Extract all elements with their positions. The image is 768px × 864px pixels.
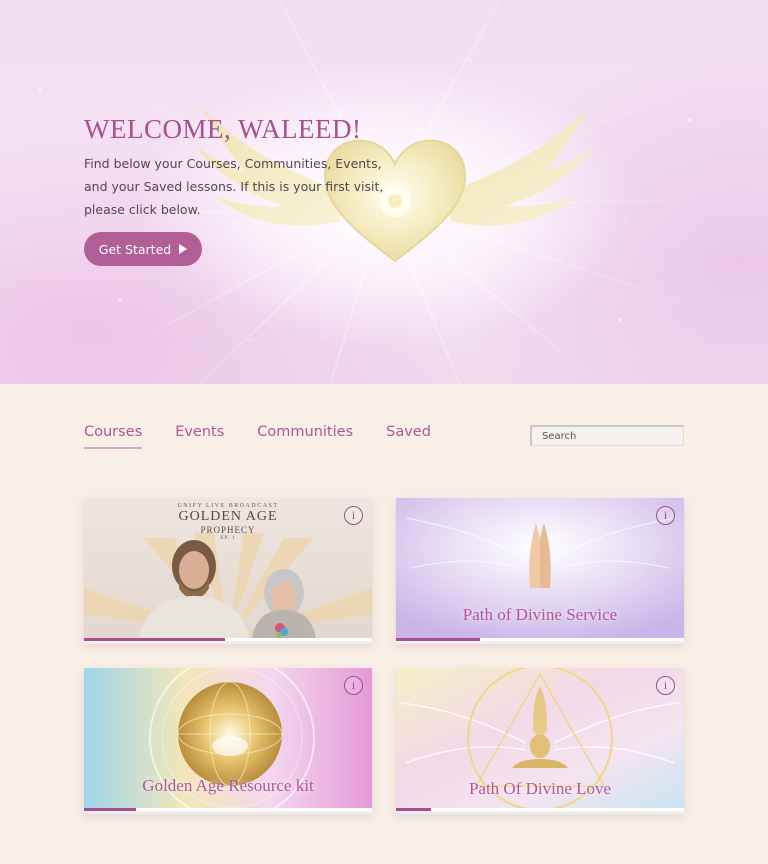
card-title: Path of Divine Service — [462, 605, 618, 624]
welcome-heading: WELCOME, WALEED! — [84, 114, 362, 144]
progress-track — [396, 638, 684, 641]
card-subheading: PROPHECY — [200, 525, 256, 535]
info-icon[interactable]: i — [656, 676, 675, 695]
progress-track — [84, 638, 372, 641]
tab-events[interactable]: Events — [175, 424, 224, 447]
course-card-path-of-divine-love[interactable]: Path Of Divine Love i — [396, 668, 684, 814]
content-tabs: Courses Events Communities Saved — [84, 424, 464, 449]
get-started-label: Get Started — [98, 241, 172, 257]
card-heading: GOLDEN AGE — [178, 509, 278, 524]
card-title: Path Of Divine Love — [468, 779, 612, 798]
card-episode: EP. 1 — [220, 536, 236, 541]
progress-fill — [84, 808, 136, 811]
progress-fill — [396, 808, 431, 811]
progress-track — [396, 808, 684, 811]
get-started-button[interactable]: Get Started — [84, 232, 202, 266]
progress-fill — [84, 638, 226, 641]
tab-courses[interactable]: Courses — [84, 424, 143, 449]
tab-saved[interactable]: Saved — [386, 424, 431, 447]
info-icon[interactable]: i — [344, 506, 363, 525]
play-icon — [179, 244, 188, 254]
course-card-golden-age-prophecy[interactable]: UNIFY LIVE BROADCAST GOLDEN AGE PROPHECY… — [84, 498, 372, 644]
hero-banner: WELCOME, WALEED! Find below your Courses… — [0, 0, 768, 384]
search-input[interactable] — [530, 425, 684, 446]
card-title: Golden Age Resource kit — [142, 776, 314, 795]
info-icon[interactable]: i — [656, 506, 675, 525]
progress-fill — [396, 638, 480, 641]
info-icon[interactable]: i — [344, 676, 363, 695]
progress-track — [84, 808, 372, 811]
course-card-path-of-divine-service[interactable]: Path of Divine Service i — [396, 498, 684, 644]
welcome-description: Find below your Courses, Communities, Ev… — [84, 156, 384, 217]
tab-communities[interactable]: Communities — [257, 424, 353, 447]
course-card-golden-age-resource-kit[interactable]: Golden Age Resource kit i — [84, 668, 372, 814]
